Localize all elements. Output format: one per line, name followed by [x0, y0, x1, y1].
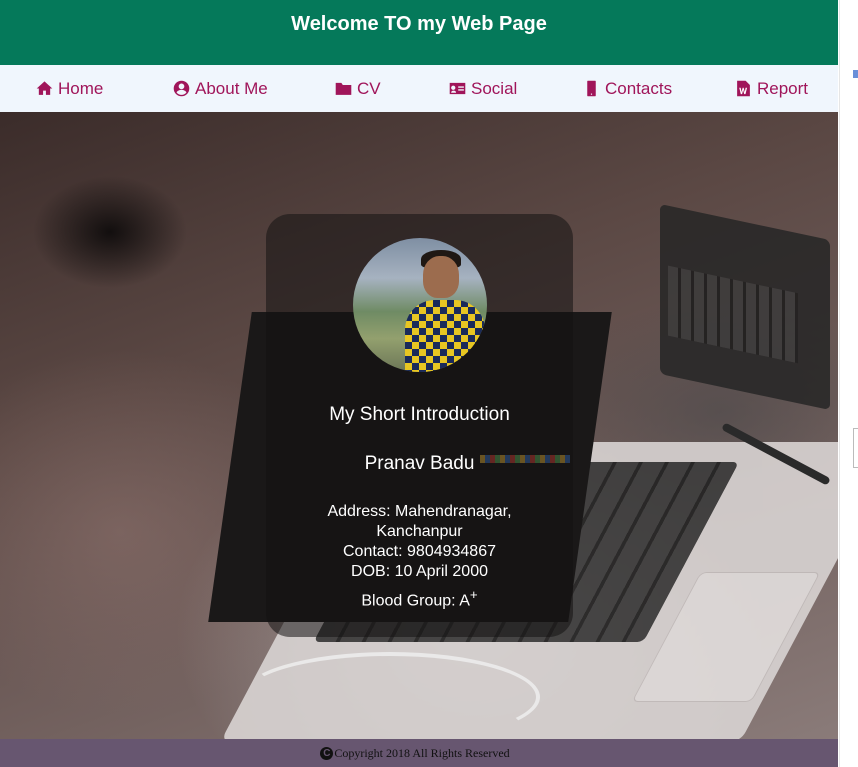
site-footer: C Copyright 2018 All Rights Reserved: [0, 739, 838, 767]
home-icon: [36, 81, 53, 95]
nav-item-home[interactable]: Home: [36, 65, 103, 112]
page-title: Welcome TO my Web Page: [291, 13, 547, 35]
intro-card: My Short Introduction Pranav Badu Addres…: [266, 214, 573, 637]
blood-group-label: Blood Group: A: [361, 592, 470, 610]
nav-item-contacts[interactable]: Contacts: [583, 65, 672, 112]
user-circle-icon: [173, 80, 190, 97]
nav-item-about-me[interactable]: About Me: [173, 65, 268, 112]
nav-item-label: Social: [471, 78, 518, 98]
nav-item-social[interactable]: Social: [449, 65, 517, 112]
intro-heading: My Short Introduction: [329, 404, 510, 425]
copyright-text: Copyright 2018 All Rights Reserved: [334, 745, 510, 760]
mobile-phone-icon: [587, 80, 596, 97]
dob-info: DOB: 10 April 2000: [351, 563, 488, 580]
address-line: Address: Mahendranagar,: [327, 503, 512, 520]
nav-item-cv[interactable]: CV: [335, 65, 381, 112]
id-card-icon: [449, 82, 466, 95]
blood-group-sign: +: [469, 587, 478, 602]
word-document-icon: [737, 80, 750, 97]
nav-item-report[interactable]: Report: [735, 65, 808, 112]
main-nav: Home About Me CV Social Contacts Report: [0, 65, 838, 112]
scroll-indicator: [853, 70, 858, 78]
scrollbar[interactable]: [839, 0, 858, 767]
scroll-indicator: [853, 428, 858, 468]
nav-item-label: Contacts: [605, 78, 673, 98]
copyright-notice: C Copyright 2018 All Rights Reserved: [320, 745, 510, 761]
nav-item-label: About Me: [195, 78, 268, 98]
nav-item-label: CV: [357, 78, 381, 98]
background-cable: [240, 652, 540, 739]
site-header: Welcome TO my Web Page: [0, 0, 838, 65]
nav-item-label: Report: [757, 78, 809, 98]
nav-item-label: Home: [58, 78, 104, 98]
contact-info: Contact: 9804934867: [342, 543, 496, 560]
avatar: [353, 238, 487, 372]
person-name: Pranav Badu: [364, 453, 475, 474]
personal-info: Address: Mahendranagar, Kanchanpur Conta…: [266, 502, 573, 611]
copyright-icon: C: [320, 746, 334, 760]
address-line: Kanchanpur: [376, 523, 463, 540]
folder-icon: [335, 82, 352, 95]
blood-group-info: Blood Group: A+: [266, 585, 573, 611]
background-laptop-photo: [660, 203, 830, 411]
